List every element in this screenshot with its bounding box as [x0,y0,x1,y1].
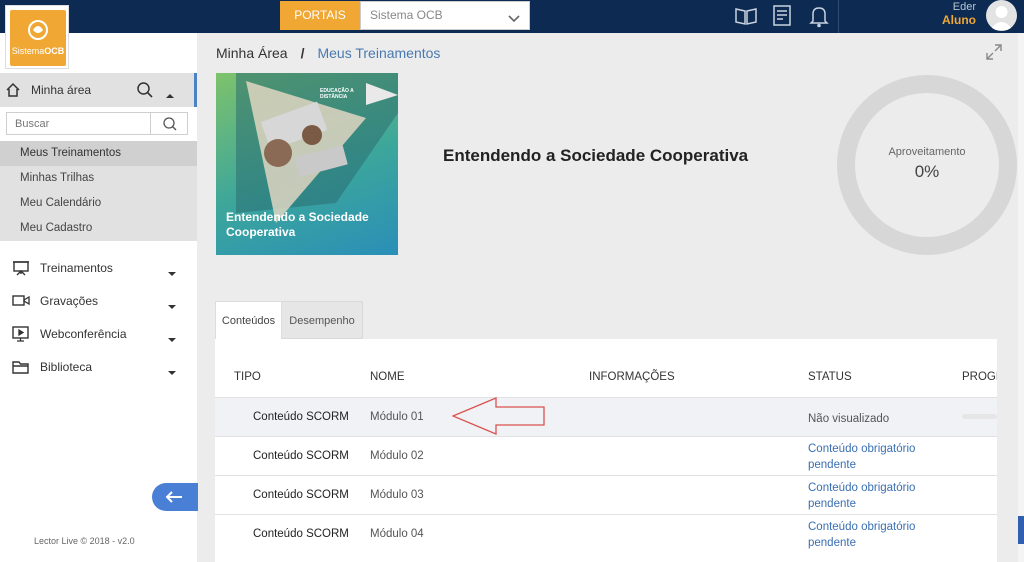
thumbnail-badge: EDUCAÇÃO A DISTÂNCIA [320,88,354,100]
logo-text-bold: OCB [44,46,65,56]
sidebar-item-label: Gravações [40,294,99,308]
search-icon[interactable] [162,116,178,137]
row-status: Não visualizado [808,413,890,425]
sidebar-item-treinamentos[interactable]: Treinamentos [0,253,197,283]
tab-conteudos[interactable]: Conteúdos [215,301,282,339]
course-thumbnail[interactable]: EDUCAÇÃO A DISTÂNCIA Entendendo a Socied… [216,73,398,255]
main-content: Minha Área / Meus Treinamentos EDUCAÇÃO A … [197,33,1024,562]
search-input[interactable] [7,113,150,134]
user-name: Eder [952,1,976,13]
thumbnail-title: Entendendo a Sociedade Cooperativa [226,210,398,240]
row-status[interactable]: Conteúdo obrigatório pendente [808,519,938,551]
logo[interactable]: SistemaOCB [5,5,69,69]
portal-select-value: Sistema OCB [370,8,443,22]
row-name[interactable]: Módulo 04 [370,528,424,540]
caret-down-icon [168,365,176,379]
row-status[interactable]: Conteúdo obrigatório pendente [808,441,938,473]
row-name[interactable]: Módulo 02 [370,450,424,462]
course-title: Entendendo a Sociedade Cooperativa [443,146,749,165]
portais-button[interactable]: PORTAIS [280,1,360,30]
table-row[interactable]: Conteúdo SCORM Módulo 02 Conteúdo obriga… [215,436,997,475]
table-row[interactable]: Conteúdo SCORM Módulo 04 Conteúdo obriga… [215,514,997,553]
row-name[interactable]: Módulo 03 [370,489,424,501]
sidebar-item-biblioteca[interactable]: Biblioteca [0,352,197,382]
folder-icon [12,359,30,378]
row-type: Conteúdo SCORM [253,489,349,501]
column-header-status: STATUS [808,371,852,383]
aproveitamento-gauge: Aproveitamento 0% [835,73,1019,257]
row-status[interactable]: Conteúdo obrigatório pendente [808,480,938,512]
user-role: Aluno [942,13,976,27]
row-name[interactable]: Módulo 01 [370,411,424,423]
screen-play-icon [12,326,30,345]
aproveitamento-value: 0% [914,162,940,181]
tab-desempenho[interactable]: Desempenho [282,301,363,339]
bell-icon[interactable] [808,3,830,34]
aproveitamento-label: Aproveitamento [888,146,966,158]
caret-up-icon[interactable] [166,86,174,104]
presentation-icon [12,260,30,279]
divider [150,113,151,134]
video-camera-icon [12,293,30,312]
column-header-nome: NOME [370,371,405,383]
contents-table: TIPO NOME INFORMAÇÕES STATUS PROGRESSO C… [215,339,997,562]
sidebar-item-minhas-trilhas[interactable]: Minhas Trilhas [0,166,197,191]
document-list-icon[interactable] [771,3,793,34]
collapse-sidebar-button[interactable] [152,483,198,511]
top-navigation-bar: PORTAIS Sistema OCB Eder Aluno [0,0,1024,33]
caret-down-icon [168,299,176,313]
sidebar-item-label: Biblioteca [40,360,93,374]
progress-bar [962,414,997,419]
portal-select[interactable]: Sistema OCB [360,1,530,30]
sidebar-item-meus-treinamentos[interactable]: Meus Treinamentos [0,141,197,166]
breadcrumb-separator: / [300,45,305,61]
sidebar-item-meu-cadastro[interactable]: Meu Cadastro [0,216,197,241]
divider [838,0,839,33]
search-icon[interactable] [136,81,154,104]
sidebar-item-label: Webconferência [40,327,127,341]
scrollbar-thumb[interactable] [1018,516,1024,544]
sidebar-item-label: Treinamentos [40,261,113,275]
sidebar-item-gravacoes[interactable]: Gravações [0,286,197,316]
column-header-informacoes: INFORMAÇÕES [589,371,675,383]
sidebar-search [6,112,188,135]
table-row[interactable]: Conteúdo SCORM Módulo 03 Conteúdo obriga… [215,475,997,514]
home-icon [5,82,21,103]
logo-text: Sistema [11,46,45,56]
avatar[interactable] [986,0,1017,31]
breadcrumb-current: Meus Treinamentos [317,45,441,61]
breadcrumb: Minha Área / Meus Treinamentos [216,45,440,61]
book-icon[interactable] [733,3,759,34]
thumbnail-title-line: Cooperativa [226,225,296,239]
scrollbar[interactable] [1018,33,1024,562]
sidebar-item-meu-calendario[interactable]: Meu Calendário [0,191,197,216]
chevron-down-icon [507,9,521,36]
expand-icon[interactable] [986,44,1002,65]
thumbnail-title-line: Entendendo a Sociedade [226,210,369,224]
column-header-tipo: TIPO [234,371,261,383]
breadcrumb-root[interactable]: Minha Área [216,45,288,61]
column-header-progresso: PROGRESSO [962,371,997,383]
sidebar-section-label: Minha área [31,83,92,97]
sidebar-item-webconferencia[interactable]: Webconferência [0,319,197,349]
row-type: Conteúdo SCORM [253,450,349,462]
row-type: Conteúdo SCORM [253,411,349,423]
caret-down-icon [168,332,176,346]
footer-version: Lector Live © 2018 - v2.0 [34,536,135,546]
row-type: Conteúdo SCORM [253,528,349,540]
sidebar-section-minha-area[interactable]: Minha área [0,73,197,107]
table-row[interactable]: Conteúdo SCORM Módulo 01 Não visualizado [215,397,997,436]
caret-down-icon [168,266,176,280]
annotation-arrow-icon [451,396,546,441]
